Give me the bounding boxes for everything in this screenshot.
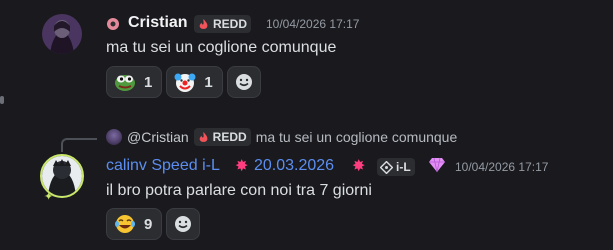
reaction-count: 9 bbox=[144, 215, 153, 233]
reply-guild-tag: REDD bbox=[193, 128, 251, 146]
message-timestamp[interactable]: 10/04/2026 17:17 bbox=[455, 160, 548, 174]
reply-avatar bbox=[106, 129, 122, 145]
face-with-tears-of-joy-icon bbox=[115, 215, 135, 233]
message-content: ma tu sei un coglione comunque bbox=[106, 39, 337, 56]
avatar-cristian[interactable] bbox=[42, 14, 82, 54]
guild-tag-label: REDD bbox=[213, 17, 248, 31]
message-1: Cristian REDD 10/04/2026 17:17 ma tu sei… bbox=[0, 0, 613, 110]
sparkle-icon: ✸ bbox=[235, 158, 249, 175]
reaction-joy[interactable]: 9 bbox=[106, 208, 163, 240]
reactions-row: 9 bbox=[106, 208, 201, 240]
guild-tag-label: i-L bbox=[396, 160, 411, 174]
message-2: @Cristian REDD ma tu sei un coglione com… bbox=[0, 120, 613, 250]
avatar-sparkle: ✦ bbox=[44, 191, 54, 203]
reply-content: ma tu sei un coglione comunque bbox=[255, 129, 458, 145]
reactions-row: 1 1 bbox=[106, 66, 261, 98]
pepe-frog-icon bbox=[115, 75, 135, 91]
reaction-count: 1 bbox=[204, 73, 213, 91]
reaction-clown[interactable]: 1 bbox=[166, 66, 223, 98]
author-date: 20.03.2026 bbox=[254, 157, 335, 174]
icon-decoration bbox=[106, 17, 120, 31]
guild-tag[interactable]: i-L bbox=[377, 158, 415, 176]
author-name[interactable]: calinv Speed i-L bbox=[106, 157, 220, 175]
clown-face-icon bbox=[174, 73, 196, 92]
diamond-tag-icon bbox=[380, 160, 393, 174]
author-name[interactable]: Cristian bbox=[128, 14, 188, 32]
reaction-pepe[interactable]: 1 bbox=[106, 66, 163, 98]
add-reaction-button[interactable] bbox=[166, 208, 201, 240]
scrollbar-marker[interactable] bbox=[0, 96, 4, 104]
flame-tag-icon bbox=[199, 131, 208, 142]
flame-tag-icon bbox=[199, 18, 208, 29]
add-reaction-button[interactable] bbox=[226, 66, 261, 98]
smiley-icon bbox=[175, 216, 192, 232]
reaction-count: 1 bbox=[144, 73, 153, 91]
reply-connector bbox=[61, 138, 97, 152]
smiley-icon bbox=[235, 74, 252, 90]
reply-author[interactable]: @Cristian bbox=[127, 129, 189, 145]
message-timestamp[interactable]: 10/04/2026 17:17 bbox=[266, 17, 359, 31]
guild-tag[interactable]: REDD bbox=[194, 15, 252, 33]
message-content: il bro potra parlare con noi tra 7 giorn… bbox=[106, 182, 372, 199]
reply-preview[interactable]: @Cristian REDD ma tu sei un coglione com… bbox=[106, 128, 457, 146]
gem-icon bbox=[428, 157, 446, 178]
reply-guild-tag-label: REDD bbox=[212, 130, 247, 144]
sparkle-icon-2: ✸ bbox=[352, 158, 366, 175]
